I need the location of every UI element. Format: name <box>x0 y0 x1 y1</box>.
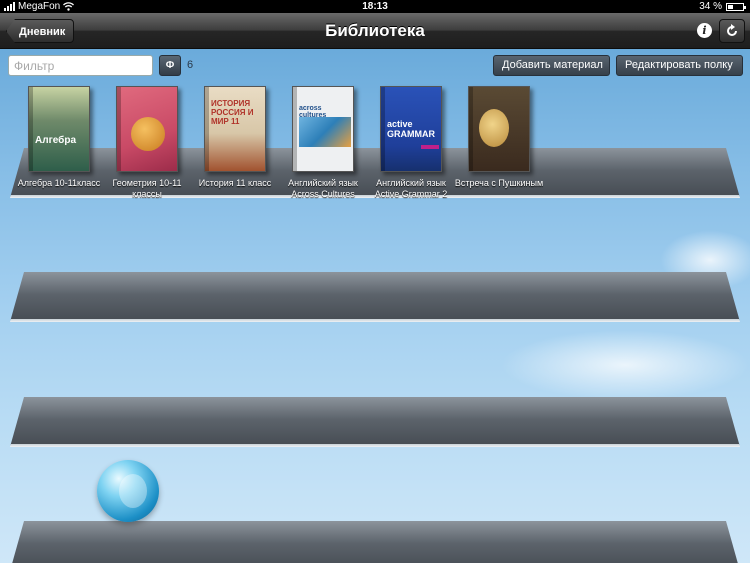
book-title: Английский язык Across Cultures <box>288 178 358 199</box>
refresh-button[interactable] <box>719 19 745 43</box>
navigation-bar: Библиотека Дневник i <box>0 13 750 49</box>
page-title: Библиотека <box>325 21 425 40</box>
book-cover[interactable]: active GRAMMAR <box>380 86 442 172</box>
book-title: Английский язык Active Grammar 2 <box>374 178 448 199</box>
cover-illustration <box>421 145 439 149</box>
cover-illustration <box>299 117 351 147</box>
battery-status: 34 % <box>699 0 746 13</box>
book-item[interactable]: Геометрия 10-11 классы <box>112 86 182 200</box>
sphere-decoration <box>97 460 159 522</box>
book-item[interactable]: Встреча с Пушкиным <box>455 86 543 189</box>
book-item[interactable]: across cultures Английский язык Across C… <box>288 86 358 200</box>
book-cover[interactable]: across cultures <box>292 86 354 172</box>
cloud-decoration <box>500 330 750 400</box>
item-count: 6 <box>187 59 194 71</box>
cover-illustration <box>479 109 509 147</box>
shelf <box>10 397 740 447</box>
book-item[interactable]: ИСТОРИЯ РОССИЯ И МИР 11 История 11 класс <box>199 86 271 189</box>
edit-shelf-button[interactable]: Редактировать полку <box>616 55 743 76</box>
battery-percent: 34 % <box>699 1 722 12</box>
battery-icon <box>726 2 746 11</box>
book-title: Встреча с Пушкиным <box>454 178 544 188</box>
book-cover-title: ИСТОРИЯ РОССИЯ И МИР 11 <box>211 99 254 126</box>
book-cover[interactable]: Алгебра <box>28 86 90 172</box>
book-cover-title: Алгебра <box>35 135 77 146</box>
book-title: Геометрия 10-11 классы <box>112 178 182 199</box>
book-title: История 11 класс <box>198 178 272 188</box>
status-time: 18:13 <box>362 1 388 12</box>
book-cover[interactable] <box>468 86 530 172</box>
book-cover[interactable] <box>116 86 178 172</box>
add-material-button[interactable]: Добавить материал <box>493 55 610 76</box>
book-item[interactable]: Алгебра Алгебра 10-11класс <box>18 86 100 189</box>
book-title: Алгебра 10-11класс <box>17 178 101 188</box>
refresh-icon <box>727 24 737 36</box>
book-cover-title: active GRAMMAR <box>387 119 435 139</box>
shelf <box>10 272 740 322</box>
filter-input[interactable] <box>8 55 153 76</box>
shelf <box>10 521 740 563</box>
status-bar: MegaFon 18:13 34 % <box>0 0 750 13</box>
back-button[interactable]: Дневник <box>6 19 75 43</box>
cover-illustration <box>131 117 165 151</box>
info-icon[interactable]: i <box>697 23 712 38</box>
book-item[interactable]: active GRAMMAR Английский язык Active Gr… <box>375 86 447 200</box>
book-cover[interactable]: ИСТОРИЯ РОССИЯ И МИР 11 <box>204 86 266 172</box>
filter-button[interactable]: Ф <box>159 55 181 76</box>
